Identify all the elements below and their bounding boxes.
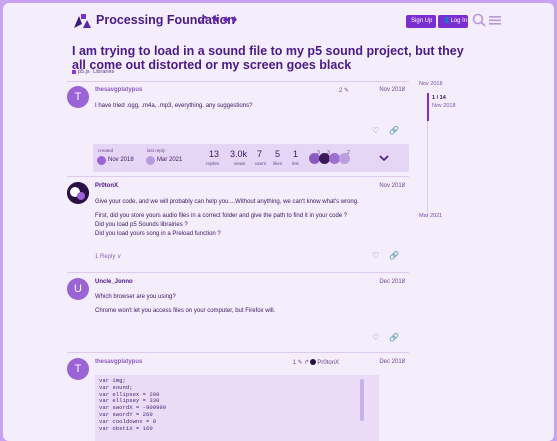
page: Processing Foundation ↗★♠♦ Sign Up 👤Log … [3,3,554,441]
reply-to-avatar [310,359,317,366]
replies-count: 13 [209,149,220,159]
post-text: Did you load p5 Sounds librairies ? [95,222,188,228]
divider [67,352,409,353]
code-line: var img; [99,377,126,384]
post-text: Give your code, and we will probably can… [95,199,359,205]
post: Pr0tonX Nov 2018 Give your code, and we … [67,179,409,269]
subcategory-link[interactable]: Libraries [93,69,114,75]
code-scrollbar[interactable] [360,379,364,421]
creator-avatar[interactable] [97,156,106,165]
users-count: 7 [257,149,263,159]
processing-logo-icon[interactable] [72,12,92,30]
heart-icon[interactable]: ♡ [372,126,379,135]
topic-title: I am trying to load in a sound file to m… [72,44,464,72]
heart-icon[interactable]: ♡ [372,333,379,342]
site-header: Processing Foundation ↗★♠♦ Sign Up 👤Log … [3,3,554,39]
replies-label: replies [206,161,220,166]
post-text: First, did you store yours audio files i… [95,213,348,219]
post-text: Did you load yours song in a Preload fun… [95,231,221,237]
code-line: var obst1X = 160 [99,424,153,432]
chevron-down-icon: ∨ [115,254,122,260]
login-label: Log In [450,18,468,24]
avatar[interactable]: T [67,86,89,108]
code-block[interactable]: var img; var sound; var ellipsex = 200 v… [95,375,379,441]
brand-icons: ↗★♠♦ [198,12,240,26]
post-text: I have tried .ogg, .m4a, .mp3, everythin… [95,103,253,109]
search-icon[interactable] [471,12,487,28]
avatar[interactable] [67,182,89,204]
edit-count[interactable]: 2 ✎ [339,87,349,94]
timeline-track[interactable] [427,121,428,216]
pencil-icon: ✎ [342,88,349,94]
breadcrumb: p5.js Libraries [72,69,114,75]
post: T thesavgplatypus 1 ✎ ↱ Pr0tonX Dec 2018 [67,355,409,380]
post-date[interactable]: Dec 2018 [379,279,405,285]
divider [67,81,409,82]
replies-label: 1 Reply [95,254,116,260]
post-username[interactable]: Uncle_Jonno [95,279,133,285]
participant-badge: 2 [347,150,350,156]
link-icon[interactable]: 🔗 [389,333,399,342]
reply-to[interactable]: 1 ✎ ↱ Pr0tonX [293,359,339,366]
hamburger-menu-icon[interactable] [487,12,503,28]
post: U Uncle_Jonno Dec 2018 Which browser are… [67,275,409,347]
timeline-position: 1 / 14 [432,95,446,101]
proton-avatar-icon [67,182,89,204]
last-reply-value: Mar 2021 [157,157,183,163]
link-icon[interactable]: 🔗 [389,251,399,260]
timeline-end[interactable]: Mar 2021 [419,213,442,219]
post-text: Which browser are you using? [95,294,176,300]
last-reply-label: last reply [147,148,166,153]
login-button[interactable]: 👤Log In [438,15,468,28]
divider [67,176,409,177]
created-value: Nov 2018 [108,157,134,163]
timeline-handle[interactable] [427,93,429,121]
post-date[interactable]: Nov 2018 [379,183,405,189]
views-count: 3.0k [230,149,248,159]
avatar[interactable]: T [67,358,89,380]
category-link[interactable]: p5.js [78,69,90,75]
likes-label: likes [273,161,283,166]
avatar[interactable]: U [67,278,89,300]
users-label: users [255,161,267,166]
post-text: Chrome won't let you access files on you… [95,308,276,314]
divider [67,272,409,273]
topic-map: created Nov 2018 last reply Mar 2021 13 … [93,144,409,172]
links-label: link [292,161,299,166]
reply-to-username: Pr0tonX [317,360,339,366]
links-count: 1 [293,149,299,159]
chevron-down-icon[interactable] [379,154,389,162]
post-date[interactable]: Dec 2018 [379,359,405,365]
timeline-position-date: Nov 2018 [432,103,456,109]
reply-arrow-icon: ↱ [304,360,310,366]
post: T thesavgplatypus 2 ✎ Nov 2018 I have tr… [67,83,409,143]
signup-button[interactable]: Sign Up [406,15,436,28]
heart-icon[interactable]: ♡ [372,251,379,260]
views-label: views [234,161,246,166]
created-label: created [98,148,114,153]
likes-count: 5 [275,149,281,159]
post-date[interactable]: Nov 2018 [379,87,405,93]
link-icon[interactable]: 🔗 [389,126,399,135]
post-username[interactable]: Pr0tonX [95,183,118,189]
post-username[interactable]: thesavgplatypus [95,87,142,93]
timeline-start[interactable]: Nov 2018 [419,81,443,87]
post-username[interactable]: thesavgplatypus [95,359,142,365]
last-reply-avatar[interactable] [146,156,155,165]
category-badge-icon [72,69,76,74]
replies-toggle[interactable]: 1 Reply ∨ [95,253,121,262]
